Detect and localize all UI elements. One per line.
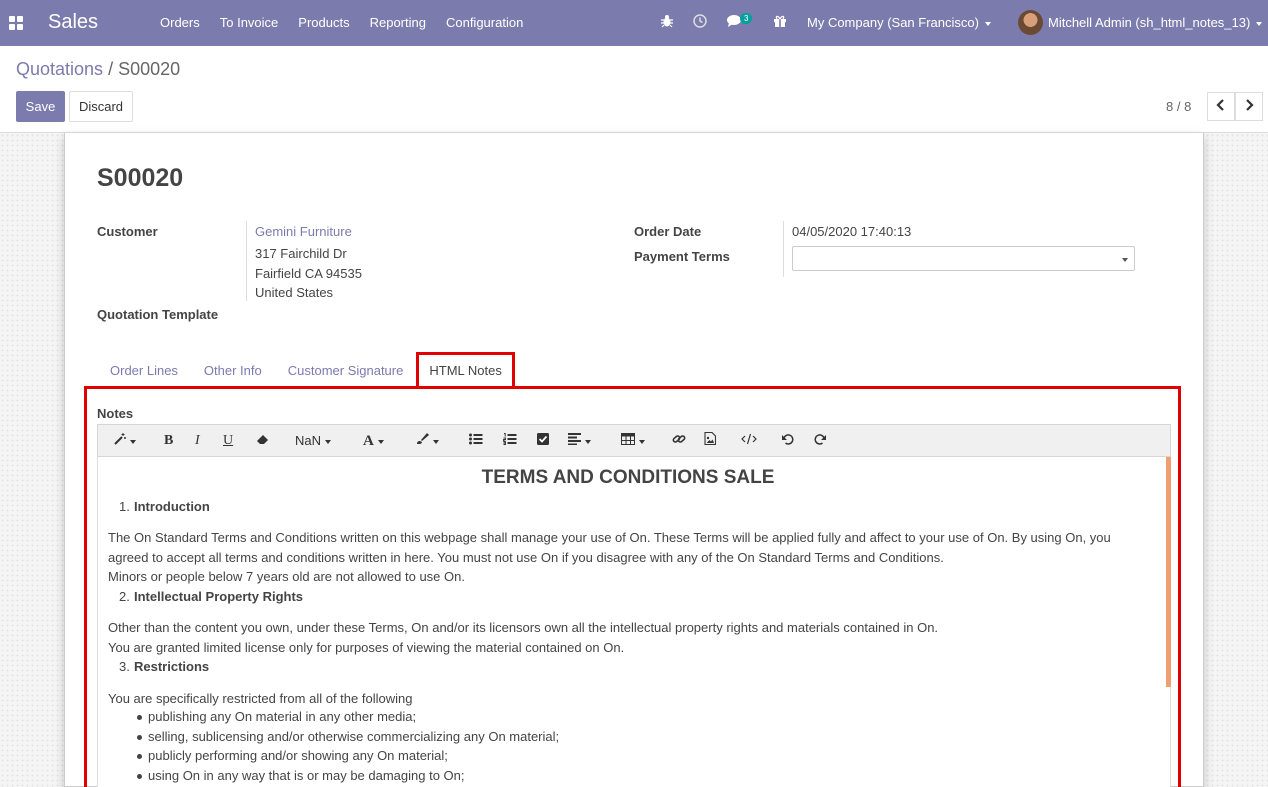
top-navbar: Sales Orders To Invoice Products Reporti… [0,0,1268,46]
user-name: Mitchell Admin (sh_html_notes_13) [1048,15,1251,30]
font-size-value: NaN [295,433,322,448]
company-name: My Company (San Francisco) [807,15,979,30]
editor-scrollbar[interactable] [1166,457,1171,687]
address-line: 317 Fairchild Dr [255,246,347,261]
section-heading: 3. Restrictions [119,659,210,674]
chevron-down-icon [984,21,991,26]
bold-button[interactable]: B [164,432,173,450]
terms-title: TERMS AND CONDITIONS SALE [481,467,775,488]
italic-button[interactable]: I [195,432,200,450]
paragraph-line: Other than the content you own, under th… [108,620,939,635]
section-heading: 1. Introduction [119,499,210,514]
bullet-icon [137,735,142,740]
table-dropdown[interactable] [621,432,645,450]
bullet-icon [137,754,142,759]
unordered-list-icon[interactable] [469,432,483,450]
pager-previous-button[interactable] [1207,92,1235,121]
highlight-box [416,352,515,389]
notes-label: Notes [97,406,134,421]
customer-address: 317 Fairchild Dr Fairfield CA 94535 Unit… [255,244,362,303]
paragraph-line: agreed to accept all terms and condition… [108,549,944,565]
paragraph-line: Minors or people below 7 years old are n… [108,569,465,584]
ip-paragraph: Other than the content you own, under th… [108,618,938,657]
breadcrumb-quotations[interactable]: Quotations [16,59,103,79]
discard-button[interactable]: Discard [69,91,133,122]
order-date-value[interactable]: 04/05/2020 17:40:13 [792,224,911,239]
field-divider [783,221,784,277]
bug-icon[interactable] [660,14,674,32]
record-title: S00020 [97,164,184,192]
menu-configuration[interactable]: Configuration [436,0,533,46]
pager-value[interactable]: 8 / 8 [1166,99,1191,114]
html-editor[interactable]: TERMS AND CONDITIONS SALE 1. Introduction… [97,457,1171,787]
paragraph-line: The On Standard Terms and Conditions wri… [108,530,1111,545]
list-item: selling, sublicensing and/or otherwise c… [148,729,560,744]
link-icon[interactable] [672,432,686,450]
restrictions-intro: You are specifically restricted from all… [108,691,413,706]
magic-wand-icon [114,433,126,445]
apps-menu-icon[interactable] [9,16,23,30]
underline-button[interactable]: U [223,432,233,450]
image-icon[interactable] [704,431,717,450]
menu-reporting[interactable]: Reporting [360,0,436,46]
undo-icon[interactable] [782,432,794,450]
chevron-right-icon [1246,99,1254,111]
align-left-icon [568,433,581,445]
eraser-icon[interactable] [256,432,270,450]
editor-toolbar: B I U NaN A [97,424,1171,457]
breadcrumb-current: S00020 [118,59,181,79]
payment-terms-label: Payment Terms [634,249,730,264]
bullet-icon [137,715,142,720]
breadcrumb-separator: / [108,59,114,79]
address-line: United States [255,285,334,300]
breadcrumb: Quotations / S00020 [16,59,180,80]
customer-label: Customer [97,224,158,239]
customer-link[interactable]: Gemini Furniture [255,224,352,239]
style-dropdown[interactable] [114,432,136,450]
intro-paragraph: The On Standard Terms and Conditions wri… [108,528,1111,587]
font-size-dropdown[interactable]: NaN [295,432,332,450]
paint-brush-icon[interactable] [415,432,439,450]
font-color-icon[interactable]: A [363,432,384,450]
field-divider [246,221,247,301]
order-date-label: Order Date [634,224,702,239]
address-line: Fairfield CA 94535 [255,265,362,281]
payment-terms-select[interactable] [792,246,1135,271]
form-sheet: S00020 Customer Gemini Furniture 317 Fai… [64,133,1204,787]
tab-other-info[interactable]: Other Info [191,353,275,387]
tab-order-lines[interactable]: Order Lines [97,353,191,387]
code-view-icon[interactable] [741,432,757,450]
app-brand[interactable]: Sales [48,11,98,34]
avatar[interactable] [1018,10,1043,35]
quotation-template-label: Quotation Template [97,307,219,322]
menu-orders[interactable]: Orders [150,0,210,46]
main-menu: Orders To Invoice Products Reporting Con… [150,0,533,46]
chat-badge: 3 [740,13,753,24]
align-dropdown[interactable] [568,432,591,450]
chevron-down-icon [1256,21,1263,26]
ordered-list-icon[interactable] [503,432,517,450]
company-switcher[interactable]: My Company (San Francisco) [807,0,991,46]
chevron-left-icon [1216,99,1224,111]
user-menu[interactable]: Mitchell Admin (sh_html_notes_13) [1048,0,1263,46]
clock-icon[interactable] [693,14,707,32]
tab-customer-signature[interactable]: Customer Signature [275,353,417,387]
gift-icon[interactable] [773,14,787,32]
bullet-icon [137,774,142,779]
menu-products[interactable]: Products [288,0,359,46]
section-heading: 2. Intellectual Property Rights [119,589,304,604]
redo-icon[interactable] [814,432,826,450]
list-item: publishing any On material in any other … [148,709,417,724]
list-item: using On in any way that is or may be da… [148,768,465,783]
save-button[interactable]: Save [16,91,65,122]
paragraph-line: You are granted limited license only for… [108,639,625,655]
checklist-icon[interactable] [537,432,549,450]
table-icon [621,433,635,445]
pager-next-button[interactable] [1235,92,1263,121]
list-item: publicly performing and/or showing any O… [148,748,448,763]
menu-to-invoice[interactable]: To Invoice [210,0,289,46]
